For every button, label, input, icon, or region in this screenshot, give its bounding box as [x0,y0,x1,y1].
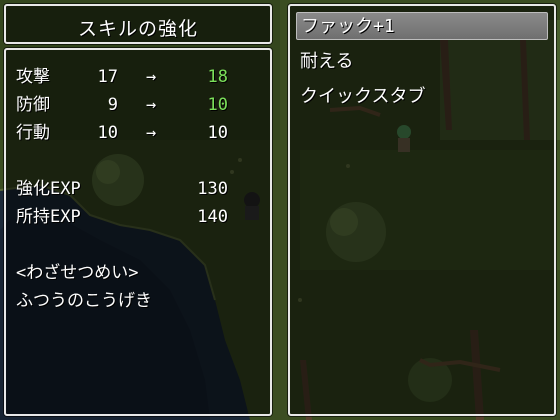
skill-item-label: ファック+1 [301,16,395,37]
stat-next-action: 10 [207,123,228,143]
stat-next-attack: 18 [207,67,228,87]
stat-label-defense: 防御 [16,95,50,115]
stat-label-attack: 攻撃 [16,67,50,87]
skill-item-fack[interactable]: ファック+1 [296,12,548,40]
exp-value-owned: 140 [197,207,228,227]
exp-value-upgrade: 130 [197,179,228,199]
title-window: スキルの強化 [4,4,272,44]
stat-current-action: 10 [97,123,118,143]
arrow-icon: → [146,67,157,87]
arrow-icon: → [146,123,157,143]
stat-label-action: 行動 [16,123,50,143]
skill-list-window: ファック+1 耐える クイックスタブ [288,4,556,416]
window-title: スキルの強化 [77,18,198,40]
stat-current-defense: 9 [107,95,118,115]
skill-item-label: 耐える [300,51,354,72]
stat-current-attack: 17 [97,67,118,87]
description-text: ふつうのこうげき [16,291,152,311]
skill-item-quick-stab[interactable]: クイックスタブ [296,83,548,111]
skill-item-endure[interactable]: 耐える [296,48,548,76]
arrow-icon: → [146,95,157,115]
description-heading: <わざせつめい> [16,263,139,283]
status-window: 攻撃 17 → 18 防御 9 → 10 行動 10 → 10 強化EXP 13… [4,48,272,416]
exp-label-owned: 所持EXP [16,207,81,227]
skill-item-label: クイックスタブ [300,86,426,107]
stat-next-defense: 10 [207,95,228,115]
exp-label-upgrade: 強化EXP [16,179,81,199]
